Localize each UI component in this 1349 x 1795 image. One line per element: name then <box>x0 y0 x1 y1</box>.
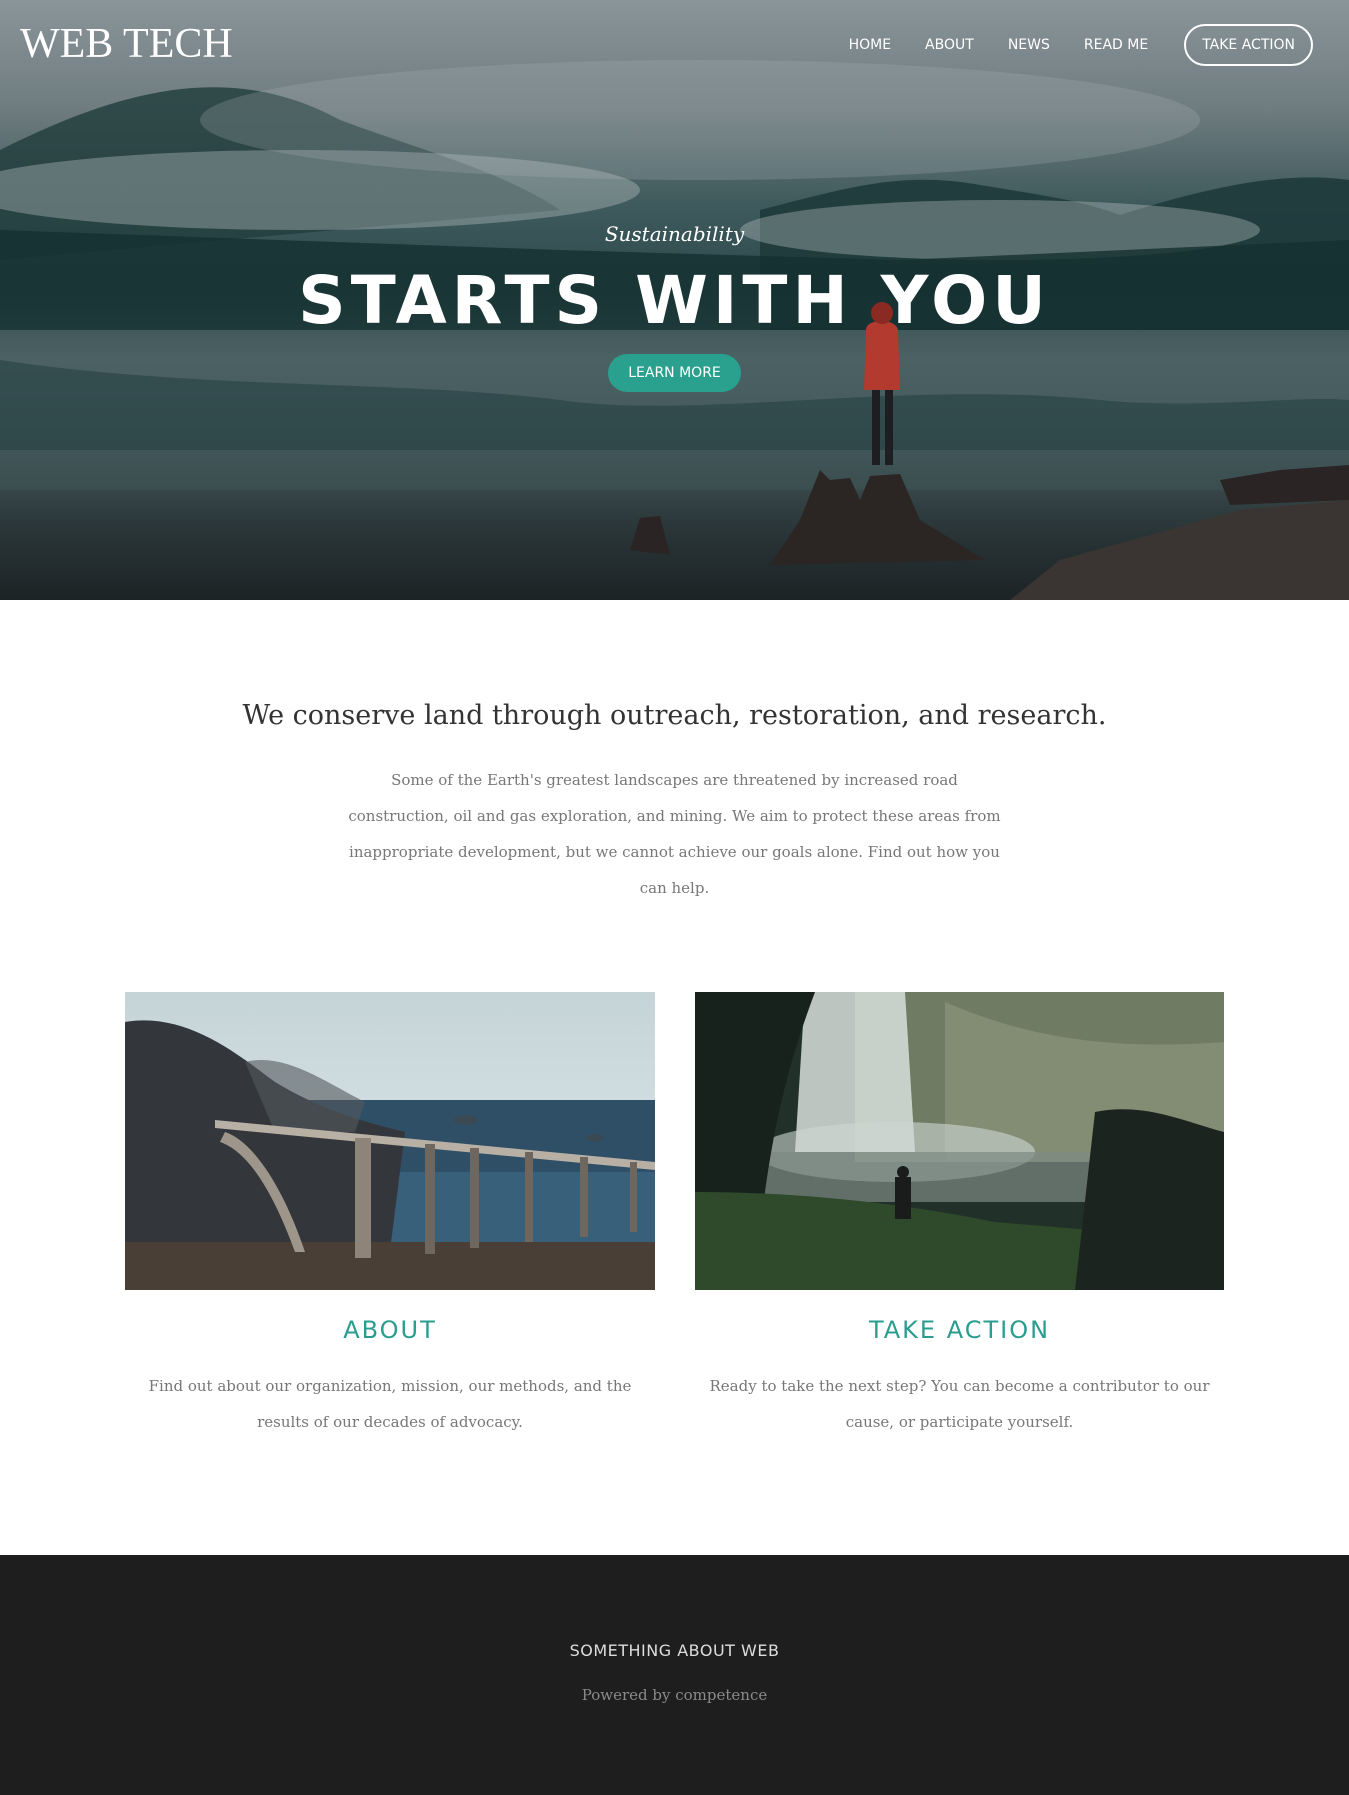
hero-section: WEB TECH HOME ABOUT NEWS READ ME TAKE AC… <box>0 0 1349 600</box>
intro-text: Some of the Earth's greatest landscapes … <box>348 771 1001 897</box>
intro-heading: We conserve land through outreach, resto… <box>242 700 1107 731</box>
learn-more-button[interactable]: LEARN MORE <box>608 354 741 392</box>
take-action-button[interactable]: TAKE ACTION <box>1184 24 1313 66</box>
bridge-photo <box>125 992 655 1290</box>
take-action-title[interactable]: TAKE ACTION <box>695 1316 1224 1344</box>
nav-home[interactable]: HOME <box>849 37 891 53</box>
take-action-text: Ready to take the next step? You can bec… <box>709 1377 1210 1431</box>
hero-title: STARTS WITH YOU <box>298 262 1051 339</box>
footer: SOMETHING ABOUT WEB Powered by competenc… <box>0 1555 1349 1795</box>
waterfall-photo <box>695 992 1224 1290</box>
main-nav: HOME ABOUT NEWS READ ME TAKE ACTION <box>815 24 1313 66</box>
about-title[interactable]: ABOUT <box>125 1316 655 1344</box>
footer-title: SOMETHING ABOUT WEB <box>569 1641 780 1660</box>
footer-powered-by: Powered by competence <box>581 1686 768 1704</box>
nav-news[interactable]: NEWS <box>1008 37 1050 53</box>
take-action-image[interactable] <box>695 992 1224 1290</box>
hero-subtitle: Sustainability <box>604 222 745 246</box>
about-image[interactable] <box>125 992 655 1290</box>
nav-read-me[interactable]: READ ME <box>1084 37 1148 53</box>
nav-about[interactable]: ABOUT <box>925 37 974 53</box>
brand-logo[interactable]: WEB TECH <box>20 20 233 68</box>
about-text: Find out about our organization, mission… <box>148 1377 632 1431</box>
